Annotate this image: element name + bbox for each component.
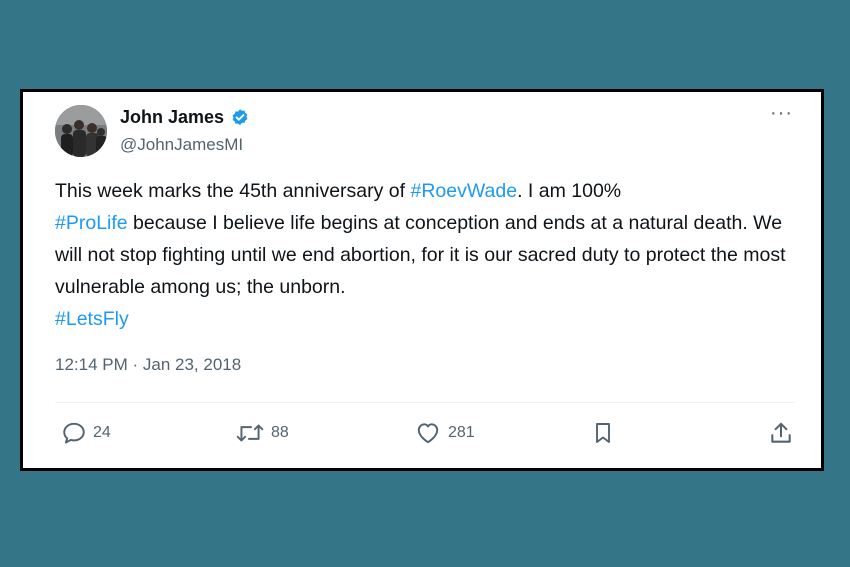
verified-badge-icon — [232, 108, 248, 125]
tweet-timestamp[interactable]: 12:14 PM · Jan 23, 2018 — [55, 355, 241, 375]
divider — [55, 402, 795, 403]
author-name[interactable]: John James — [120, 107, 224, 128]
bookmark-icon — [596, 423, 610, 443]
tweet-text: This week marks the 45th anniversary of … — [55, 175, 800, 335]
tweet-text-segment: because I believe life begins at concept… — [55, 212, 786, 298]
hashtag-link[interactable]: #RoevWade — [411, 180, 518, 202]
tweet-text-segment: This week marks the 45th anniversary of — [55, 180, 411, 202]
reply-icon — [63, 422, 85, 444]
like-button[interactable]: 281 — [414, 415, 475, 451]
share-icon — [771, 422, 791, 443]
hashtag-link[interactable]: #LetsFly — [55, 308, 129, 330]
group-photo-avatar-icon — [55, 105, 107, 157]
retweet-icon — [236, 424, 264, 442]
like-count: 281 — [448, 424, 475, 441]
reply-button[interactable]: 24 — [61, 415, 111, 451]
action-bar: 24 88 281 — [23, 415, 821, 451]
hashtag-link[interactable]: #ProLife — [55, 212, 128, 234]
bookmark-button[interactable] — [591, 415, 615, 451]
more-options-icon[interactable]: ··· — [770, 102, 793, 125]
author-handle[interactable]: @JohnJamesMI — [120, 135, 243, 155]
author-avatar[interactable] — [55, 105, 107, 157]
author-name-row: John James — [120, 107, 250, 128]
tweet-card: John James @JohnJamesMI ··· This week ma… — [20, 89, 824, 471]
retweet-button[interactable]: 88 — [235, 415, 289, 451]
retweet-count: 88 — [271, 424, 289, 441]
reply-count: 24 — [93, 424, 111, 441]
share-button[interactable] — [768, 415, 794, 451]
heart-icon — [417, 423, 439, 444]
tweet-text-segment: . I am 100% — [517, 180, 622, 202]
